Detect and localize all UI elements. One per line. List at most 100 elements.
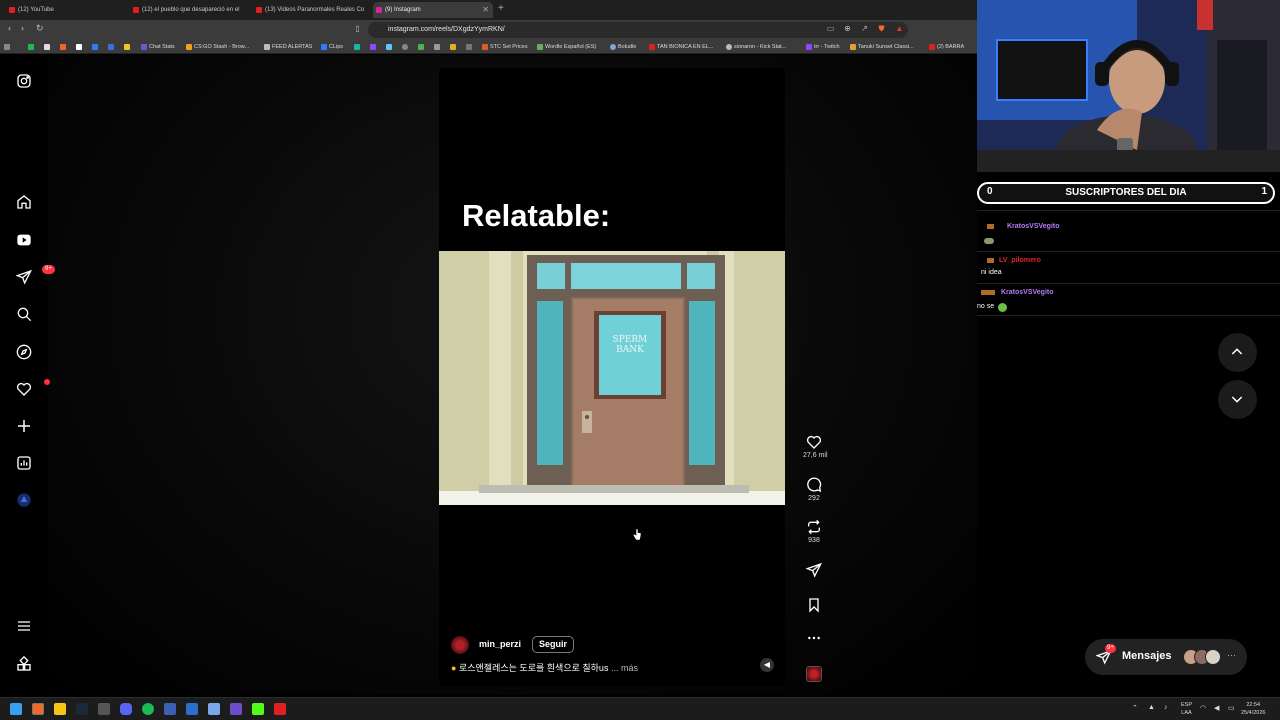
- bookmark-twitch[interactable]: trr - Twitch: [805, 40, 840, 54]
- discord-icon[interactable]: [120, 703, 132, 715]
- apps-icon[interactable]: [3, 40, 12, 54]
- bookmark-clips[interactable]: CLips: [320, 40, 343, 54]
- bookmark-icon[interactable]: ▯: [353, 24, 362, 33]
- direct-messages-icon[interactable]: 9+: [15, 265, 55, 285]
- create-icon[interactable]: [16, 418, 32, 434]
- bookmark-kick-stats[interactable]: sionaron - Kick Stat...: [725, 40, 786, 54]
- mute-toggle-icon[interactable]: ◀: [760, 658, 774, 672]
- chat-username: KratosVSVegito: [1007, 223, 1060, 230]
- bookmark-icon-hex[interactable]: [433, 40, 442, 54]
- author-avatar[interactable]: [451, 636, 469, 654]
- app-icon[interactable]: [164, 703, 176, 715]
- like-button[interactable]: 27,6 mil: [803, 434, 828, 459]
- bookmark-icon-green[interactable]: [27, 40, 36, 54]
- tab-instagram[interactable]: (9) Instagram ✕: [373, 2, 493, 18]
- messages-button[interactable]: 9+ Mensajes ···: [1085, 639, 1247, 675]
- bookmark-icon-gold[interactable]: [449, 40, 458, 54]
- back-icon[interactable]: ‹: [8, 23, 11, 33]
- tray-chevron-icon[interactable]: ⌃: [1132, 704, 1138, 712]
- reel-overlay-text: Relatable:: [462, 198, 611, 233]
- more-link[interactable]: ... más: [611, 663, 638, 673]
- author-username[interactable]: min_perzi: [479, 639, 521, 649]
- bookmark-icon-wave[interactable]: [107, 40, 116, 54]
- divider: [977, 251, 1280, 252]
- start-icon[interactable]: [10, 703, 22, 715]
- bookmark-icon-blue[interactable]: [91, 40, 100, 54]
- app-icon[interactable]: [98, 703, 110, 715]
- search-icon[interactable]: [16, 306, 32, 322]
- app-icon[interactable]: [186, 703, 198, 715]
- bookmark-icon-grid[interactable]: [417, 40, 426, 54]
- reload-icon[interactable]: ↻: [36, 23, 44, 34]
- bookmark-boludle[interactable]: Boludle: [609, 40, 636, 54]
- bookmark-tanuki[interactable]: Tanuki Sunset Classi...: [849, 40, 914, 54]
- repost-button[interactable]: 938: [803, 519, 825, 544]
- app-icon[interactable]: [230, 703, 242, 715]
- previous-reel-button[interactable]: [1218, 333, 1257, 372]
- emote-icon: [998, 303, 1007, 312]
- forward-icon[interactable]: ›: [21, 23, 24, 33]
- bookmark-icon-circle[interactable]: [401, 40, 410, 54]
- also-from-meta-icon[interactable]: [16, 655, 32, 672]
- bookmark-feed-alertas[interactable]: FEED ALERTAS: [263, 40, 312, 54]
- bookmark-wordle[interactable]: Wordle Español (ES): [536, 40, 596, 54]
- bookmark-tan-bionica[interactable]: TAN BIONICA EN EL...: [648, 40, 713, 54]
- input-language[interactable]: ESP LAA: [1181, 701, 1192, 717]
- instagram-logo-icon[interactable]: [16, 73, 32, 89]
- bookmark-stc-set-prices[interactable]: STC Set Prices: [481, 40, 528, 54]
- close-tab-icon[interactable]: ✕: [482, 2, 489, 18]
- more-menu-icon[interactable]: [16, 618, 32, 634]
- bookmark-icon-yellow[interactable]: [123, 40, 132, 54]
- reels-icon[interactable]: [16, 232, 32, 248]
- save-button[interactable]: [803, 597, 825, 613]
- tab-youtube[interactable]: (12) YouTube: [6, 2, 126, 18]
- battery-icon[interactable]: ▭: [1228, 704, 1235, 712]
- bookmark-icon-b[interactable]: [465, 40, 474, 54]
- tray-app-icon[interactable]: ▲: [1148, 704, 1155, 711]
- zoom-icon[interactable]: ⊕: [843, 24, 852, 33]
- bookmark-icon-twitch[interactable]: [369, 40, 378, 54]
- comment-button[interactable]: 292: [803, 477, 825, 502]
- file-explorer-icon[interactable]: [54, 703, 66, 715]
- cast-icon[interactable]: ▭: [826, 24, 835, 33]
- bookmark-icon-dark[interactable]: [43, 40, 52, 54]
- brave-rewards-icon[interactable]: ▲: [895, 24, 904, 33]
- share-icon[interactable]: ↗: [860, 24, 869, 33]
- new-tab-button[interactable]: +: [498, 3, 504, 14]
- tab-youtube-paranormales[interactable]: (13) Videos Paranormales Reales Co: [253, 2, 371, 18]
- bookmark-chat-stats[interactable]: Chat Stats: [140, 40, 175, 54]
- bookmark-csgo-stash[interactable]: CS:GO Stash - Brow...: [185, 40, 249, 54]
- notifications-heart-icon[interactable]: [16, 379, 50, 397]
- brave-icon[interactable]: [32, 703, 44, 715]
- follow-button[interactable]: Seguir: [532, 636, 575, 653]
- steam-icon[interactable]: [76, 703, 88, 715]
- tab-label: (9) Instagram: [385, 7, 421, 13]
- bookmark-icon-a[interactable]: [75, 40, 84, 54]
- tab-label: (12) el pueblo que desapareció en el: [142, 7, 240, 13]
- app-icon[interactable]: [208, 703, 220, 715]
- tab-youtube-pueblo[interactable]: (12) el pueblo que desapareció en el: [130, 2, 250, 18]
- system-clock[interactable]: 22:54 25/4/2026: [1241, 701, 1265, 717]
- reel-caption[interactable]: ● 로스앤젤레스는 도로를 흰색으로 칠하us ... más: [451, 661, 638, 674]
- profile-avatar[interactable]: [16, 492, 32, 508]
- microphone-icon[interactable]: ♪: [1164, 704, 1168, 711]
- wifi-icon[interactable]: ◠: [1200, 704, 1206, 712]
- bookmark-barra[interactable]: (2) BARRA: [928, 40, 964, 54]
- explore-icon[interactable]: [16, 344, 32, 360]
- more-options-button[interactable]: [803, 630, 825, 646]
- app-icon[interactable]: [274, 703, 286, 715]
- reel-video[interactable]: Relatable: SPERM BANK min_perzi Seguir ●…: [439, 68, 785, 686]
- spotify-icon[interactable]: [142, 703, 154, 715]
- home-icon[interactable]: [16, 194, 32, 210]
- audio-thumbnail[interactable]: [806, 666, 822, 682]
- volume-icon[interactable]: ◀: [1214, 704, 1219, 712]
- kick-icon[interactable]: [252, 703, 264, 715]
- chevron-up-icon: [1231, 348, 1243, 355]
- next-reel-button[interactable]: [1218, 380, 1257, 419]
- dashboard-icon[interactable]: [16, 455, 32, 471]
- bookmark-icon-orange[interactable]: [59, 40, 68, 54]
- brave-shield-icon[interactable]: ⛊: [877, 24, 886, 33]
- share-button[interactable]: [803, 562, 825, 578]
- bookmark-icon-cloud[interactable]: [385, 40, 394, 54]
- bookmark-icon-teal[interactable]: [353, 40, 362, 54]
